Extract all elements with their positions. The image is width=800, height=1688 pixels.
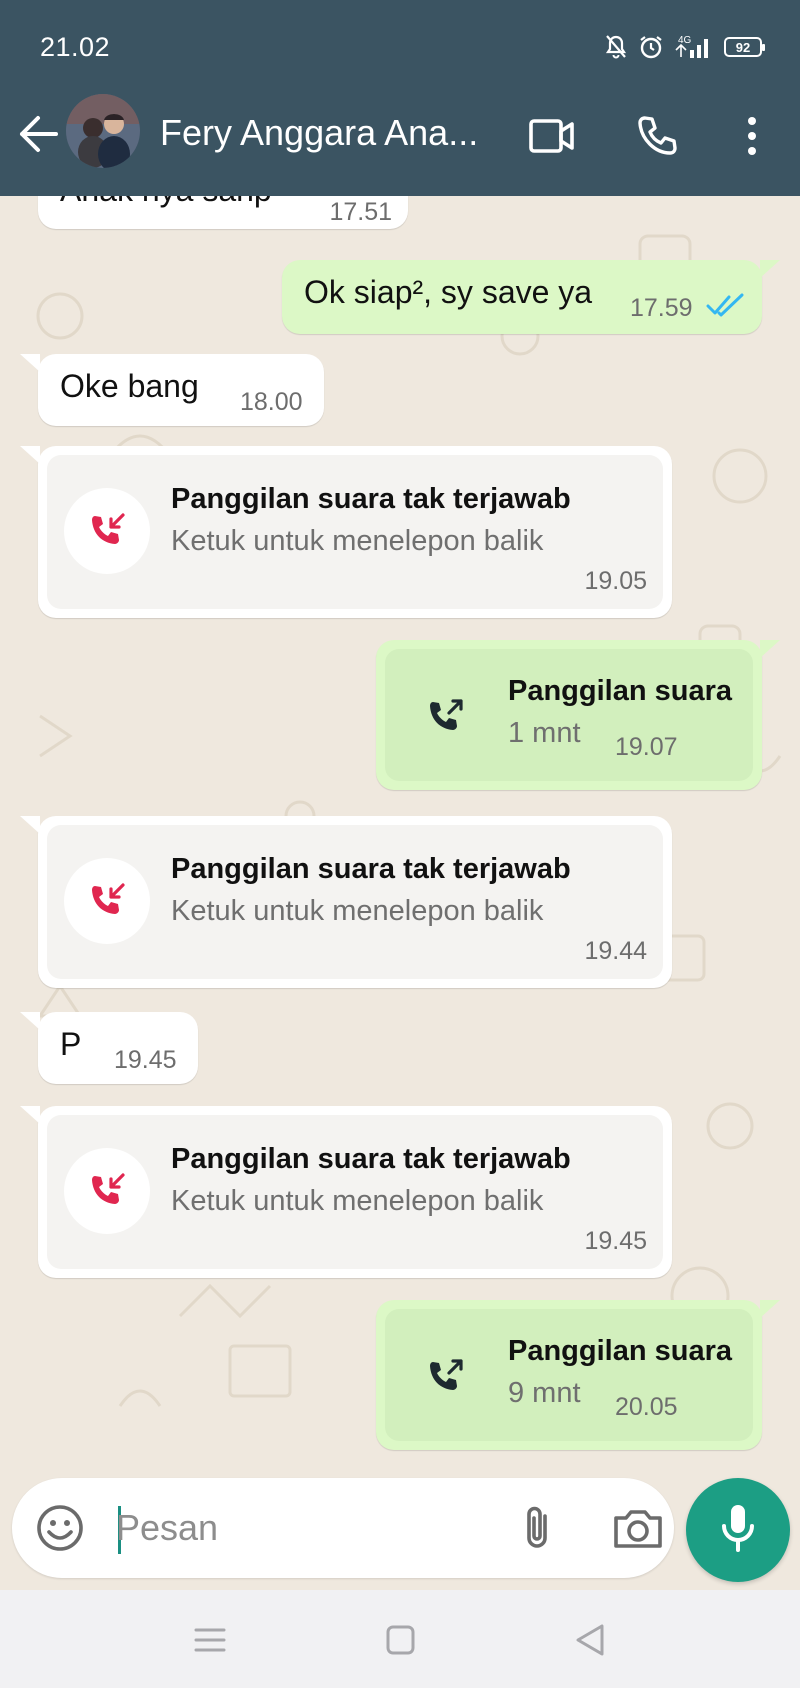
camera-icon[interactable]: [610, 1502, 666, 1554]
video-call-icon[interactable]: [524, 108, 580, 164]
call-title: Panggilan suara tak terjawab: [171, 853, 571, 885]
back-arrow-icon[interactable]: [16, 112, 60, 156]
message-input[interactable]: [116, 1500, 486, 1556]
call-bubble-outgoing[interactable]: Panggilan suara 9 mnt 20.05: [376, 1300, 762, 1450]
message-text: Ok siap², sy save ya: [304, 274, 593, 310]
message-time: 19.05: [584, 567, 647, 595]
system-nav-bar: [0, 1590, 800, 1688]
message-text: Anak nya sanp: [60, 196, 272, 209]
call-title: Panggilan suara tak terjawab: [171, 1143, 571, 1175]
contact-name[interactable]: Fery Anggara Ana...: [160, 112, 490, 154]
bubble-tail: [20, 446, 40, 464]
call-title: Panggilan suara: [508, 675, 733, 707]
call-title: Panggilan suara tak terjawab: [171, 483, 571, 515]
missed-call-card[interactable]: Panggilan suara tak terjawab Ketuk untuk…: [47, 825, 663, 979]
outgoing-call-icon: [425, 1357, 465, 1402]
network-type-label: 4G: [678, 35, 692, 46]
call-duration: 1 mnt: [508, 717, 581, 749]
chat-header: Fery Anggara Ana...: [0, 90, 800, 196]
message-text: Oke bang: [60, 368, 199, 404]
back-nav-icon[interactable]: [570, 1620, 610, 1660]
home-icon[interactable]: [380, 1620, 420, 1660]
message-time: 17.51: [329, 198, 392, 226]
message-time: 19.45: [114, 1046, 177, 1074]
contact-avatar[interactable]: [66, 94, 140, 168]
call-duration: 9 mnt: [508, 1377, 581, 1409]
battery-icon: 92: [724, 37, 765, 57]
status-time: 21.02: [40, 32, 111, 62]
call-title: Panggilan suara: [508, 1335, 733, 1367]
call-subtitle: Ketuk untuk menelepon balik: [171, 1185, 544, 1217]
chat-area[interactable]: Anak nya sanp 17.51 Ok siap², sy save ya…: [0, 196, 800, 1476]
bubble-tail: [760, 260, 780, 278]
signal-icon: 4G: [674, 34, 714, 60]
outgoing-call-card[interactable]: Panggilan suara 1 mnt 19.07: [385, 649, 753, 781]
bubble-tail: [760, 640, 780, 658]
bubble-tail: [20, 816, 40, 834]
alarm-icon: [638, 34, 664, 60]
status-icons: 4G 92: [604, 34, 765, 60]
message-time: 19.45: [584, 1227, 647, 1255]
missed-call-icon: [64, 858, 150, 944]
message-bubble-outgoing[interactable]: Ok siap², sy save ya 17.59: [282, 260, 762, 334]
message-time: 18.00: [240, 388, 303, 416]
mute-bell-icon: [604, 34, 628, 60]
message-text: P: [60, 1026, 82, 1062]
bubble-tail: [760, 1300, 780, 1318]
call-bubble-outgoing[interactable]: Panggilan suara 1 mnt 19.07: [376, 640, 762, 790]
missed-call-bubble[interactable]: Panggilan suara tak terjawab Ketuk untuk…: [38, 446, 672, 618]
call-subtitle: Ketuk untuk menelepon balik: [171, 895, 544, 927]
attach-icon[interactable]: [512, 1502, 564, 1554]
microphone-button[interactable]: [686, 1478, 790, 1582]
top-bar: 21.02 4G 92 Fery Anggara Ana...: [0, 0, 800, 196]
message-time: 19.44: [584, 937, 647, 965]
message-time: 20.05: [615, 1393, 678, 1421]
missed-call-icon: [64, 1148, 150, 1234]
call-subtitle: Ketuk untuk menelepon balik: [171, 525, 544, 557]
bubble-tail: [20, 1106, 40, 1124]
read-ticks-icon: [706, 292, 744, 323]
bubble-tail: [20, 1012, 40, 1030]
message-composer: [12, 1478, 674, 1578]
missed-call-bubble[interactable]: Panggilan suara tak terjawab Ketuk untuk…: [38, 1106, 672, 1278]
message-time: 17.59: [630, 294, 693, 322]
microphone-icon: [718, 1502, 758, 1559]
missed-call-icon: [64, 488, 150, 574]
missed-call-card[interactable]: Panggilan suara tak terjawab Ketuk untuk…: [47, 455, 663, 609]
message-bubble-incoming[interactable]: P 19.45: [38, 1012, 198, 1084]
status-bar: 21.02 4G 92: [0, 0, 800, 100]
missed-call-bubble[interactable]: Panggilan suara tak terjawab Ketuk untuk…: [38, 816, 672, 988]
outgoing-call-icon: [425, 697, 465, 742]
message-bubble-incoming[interactable]: Anak nya sanp 17.51: [38, 196, 408, 229]
message-bubble-incoming[interactable]: Oke bang 18.00: [38, 354, 324, 426]
outgoing-call-card[interactable]: Panggilan suara 9 mnt 20.05: [385, 1309, 753, 1441]
emoji-icon[interactable]: [34, 1502, 86, 1554]
more-vert-icon[interactable]: [724, 108, 780, 164]
voice-call-icon[interactable]: [630, 108, 686, 164]
missed-call-card[interactable]: Panggilan suara tak terjawab Ketuk untuk…: [47, 1115, 663, 1269]
recent-apps-icon[interactable]: [190, 1620, 230, 1660]
bubble-tail: [20, 354, 40, 372]
message-time: 19.07: [615, 733, 678, 761]
